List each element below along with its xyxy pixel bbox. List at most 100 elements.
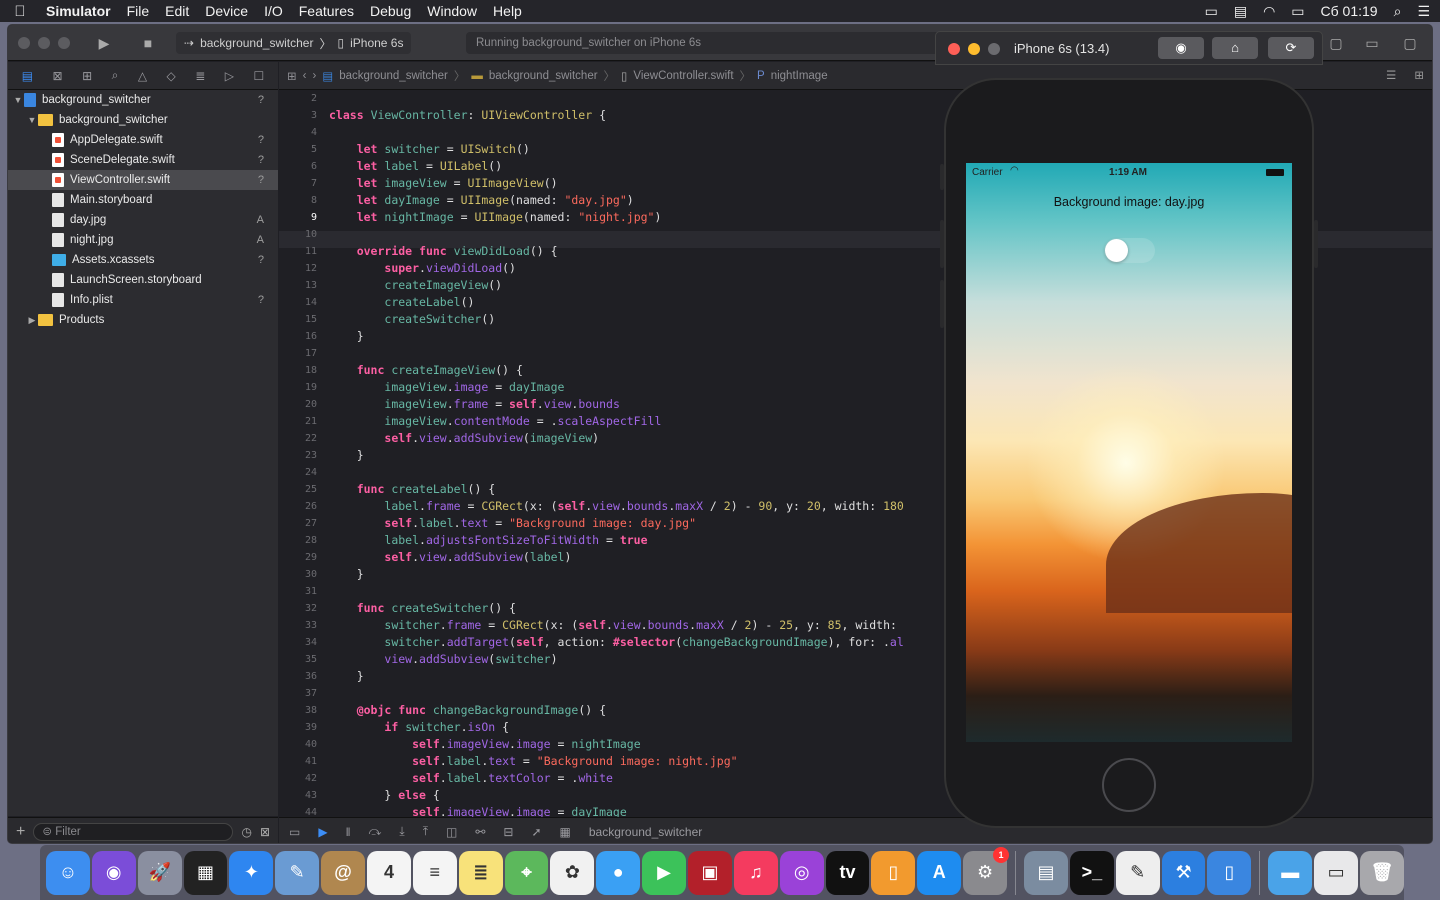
navigator-item[interactable]: Info.plist?: [8, 290, 278, 310]
photos-icon[interactable]: ✿: [550, 850, 595, 895]
menu-i-o[interactable]: I/O: [264, 3, 283, 19]
navigator-item[interactable]: SceneDelegate.swift?: [8, 150, 278, 170]
disclosure-triangle-icon[interactable]: ▶: [26, 315, 38, 326]
environment-overrides-icon[interactable]: ⊟: [503, 825, 513, 839]
screenshot-icon[interactable]: ◉: [1158, 37, 1204, 59]
books-icon[interactable]: ▯: [871, 850, 916, 895]
menu-features[interactable]: Features: [299, 3, 354, 19]
breadcrumb-file[interactable]: ViewController.swift: [633, 70, 733, 82]
code-line[interactable]: [329, 464, 904, 481]
code-line[interactable]: func createLabel() {: [329, 481, 904, 498]
navigator-item[interactable]: ▶ Products: [8, 310, 278, 330]
back-arrow-icon[interactable]: ‹: [303, 70, 307, 82]
activity-monitor-icon[interactable]: ▦: [183, 850, 228, 895]
code-line[interactable]: self.view.addSubview(imageView): [329, 430, 904, 447]
close-window-button[interactable]: [18, 37, 30, 49]
symbol-navigator-icon[interactable]: ⊞: [82, 69, 92, 83]
navigator-item[interactable]: night.jpg A: [8, 230, 278, 250]
code-line[interactable]: imageView.contentMode = .scaleAspectFill: [329, 413, 904, 430]
minimize-window-button[interactable]: [38, 37, 50, 49]
code-line[interactable]: }: [329, 668, 904, 685]
code-line[interactable]: view.addSubview(switcher): [329, 651, 904, 668]
breadcrumb-group[interactable]: background_switcher: [489, 70, 598, 82]
code-line[interactable]: switcher.frame = CGRect(x: (self.view.bo…: [329, 617, 904, 634]
code-text[interactable]: class ViewController: UIViewController {…: [329, 90, 904, 817]
code-line[interactable]: label.adjustsFontSizeToFitWidth = true: [329, 532, 904, 549]
disclosure-triangle-icon[interactable]: ▼: [12, 95, 24, 105]
siri-icon[interactable]: ◉: [91, 850, 136, 895]
app-store-icon[interactable]: A: [917, 850, 962, 895]
hide-debug-area-icon[interactable]: ▭: [289, 825, 300, 839]
pause-icon[interactable]: ‖: [346, 825, 351, 839]
power-button[interactable]: [1314, 220, 1318, 268]
navigator-item[interactable]: Main.storyboard: [8, 190, 278, 210]
debug-target-label[interactable]: background_switcher: [589, 825, 702, 839]
textedit-icon[interactable]: ✎: [1115, 850, 1160, 895]
code-line[interactable]: let label = UILabel(): [329, 158, 904, 175]
menu-simulator[interactable]: Simulator: [46, 3, 111, 19]
step-over-icon[interactable]: ⤼: [369, 824, 382, 839]
wifi-icon[interactable]: ◠: [1263, 3, 1275, 20]
add-editor-icon[interactable]: ⊞: [1414, 68, 1424, 82]
simulator-minimize-button[interactable]: [968, 43, 980, 55]
code-line[interactable]: class ViewController: UIViewController {: [329, 107, 904, 124]
navigator-item[interactable]: ▼ background_switcher?: [8, 90, 278, 110]
code-line[interactable]: }: [329, 447, 904, 464]
contacts-icon[interactable]: @: [321, 850, 366, 895]
podcasts-icon[interactable]: ◎: [779, 850, 824, 895]
find-navigator-icon[interactable]: ⌕: [112, 68, 119, 83]
input-source-flag-icon[interactable]: ▤: [1234, 3, 1247, 20]
code-line[interactable]: func createSwitcher() {: [329, 600, 904, 617]
messages-icon[interactable]: ●: [596, 850, 641, 895]
launchpad-icon[interactable]: 🚀: [137, 850, 182, 895]
simulator-screen[interactable]: Carrier ◠ 1:19 AM Background image: day.…: [966, 163, 1292, 742]
run-button[interactable]: ▶: [86, 32, 122, 54]
menu-debug[interactable]: Debug: [370, 3, 411, 19]
code-line[interactable]: super.viewDidLoad(): [329, 260, 904, 277]
navigator-item[interactable]: ▼ background_switcher: [8, 110, 278, 130]
navigator-toggle-icon[interactable]: ▢: [1318, 32, 1354, 54]
spotlight-search-icon[interactable]: ⌕: [1394, 3, 1402, 20]
code-line[interactable]: self.imageView.image = nightImage: [329, 736, 904, 753]
code-line[interactable]: func createImageView() {: [329, 362, 904, 379]
navigator-filter-input[interactable]: ⊜ Filter: [33, 822, 234, 841]
code-line[interactable]: imageView.frame = self.view.bounds: [329, 396, 904, 413]
xcode-icon[interactable]: ⚒: [1161, 850, 1206, 895]
add-file-icon[interactable]: +: [16, 823, 25, 841]
calendar-icon[interactable]: 4: [367, 850, 411, 895]
code-line[interactable]: self.label.textColor = .white: [329, 770, 904, 787]
navigator-item[interactable]: AppDelegate.swift?: [8, 130, 278, 150]
code-line[interactable]: @objc func changeBackgroundImage() {: [329, 702, 904, 719]
reminders-icon[interactable]: ≡: [412, 850, 457, 895]
preview-icon[interactable]: ✎: [275, 850, 320, 895]
inspector-toggle-icon[interactable]: ▢: [1392, 32, 1428, 54]
related-items-icon[interactable]: ⊞: [287, 69, 297, 83]
airplay-icon[interactable]: ▭: [1205, 3, 1218, 20]
battery-icon[interactable]: ▭: [1291, 3, 1304, 20]
breadcrumb-symbol[interactable]: nightImage: [771, 70, 828, 82]
notes-icon[interactable]: ≣: [458, 850, 503, 895]
system-preferences-icon[interactable]: ⚙ 1: [963, 846, 1010, 895]
downloads-folder-icon[interactable]: ▬: [1268, 850, 1313, 895]
navigator-item[interactable]: LaunchScreen.storyboard: [8, 270, 278, 290]
step-into-icon[interactable]: ⤓: [399, 824, 404, 839]
code-line[interactable]: self.label.text = "Background image: day…: [329, 515, 904, 532]
screen-sharing-icon[interactable]: ▭: [1314, 850, 1359, 895]
debug-area-toggle-icon[interactable]: ▭: [1354, 32, 1390, 54]
code-line[interactable]: [329, 124, 904, 141]
issue-navigator-icon[interactable]: △: [138, 69, 147, 83]
menu-device[interactable]: Device: [205, 3, 248, 19]
safari-icon[interactable]: ✦: [229, 850, 274, 895]
home-button[interactable]: [1102, 758, 1156, 812]
code-line[interactable]: createImageView(): [329, 277, 904, 294]
code-line[interactable]: [329, 583, 904, 600]
code-line[interactable]: [329, 345, 904, 362]
project-navigator-icon[interactable]: ▤: [22, 69, 33, 83]
code-line[interactable]: [329, 685, 904, 702]
scheme-selector[interactable]: ⇢ background_switcher 〉 ▯ iPhone 6s: [176, 32, 412, 54]
code-line[interactable]: self.label.text = "Background image: nig…: [329, 753, 904, 770]
menu-clock[interactable]: Сб 01:19: [1321, 3, 1378, 19]
code-line[interactable]: } else {: [329, 787, 904, 804]
source-control-navigator-icon[interactable]: ⊠: [53, 69, 63, 83]
facetime-icon[interactable]: ▶: [642, 850, 687, 895]
